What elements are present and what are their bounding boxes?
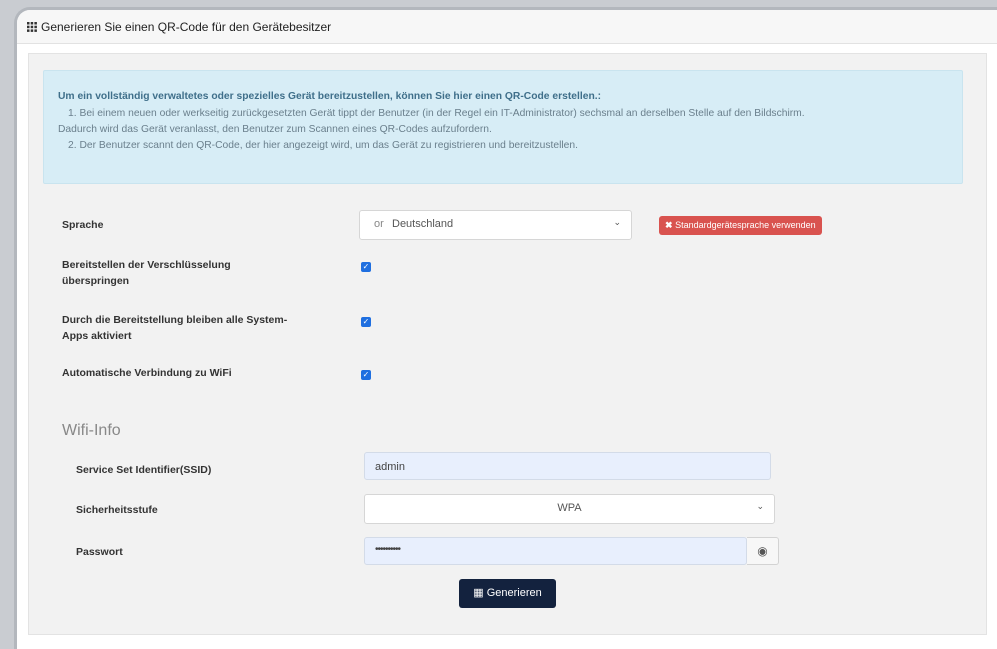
skip-encryption-label: Bereitstellen der Verschlüsselung übersp… [62, 257, 231, 289]
language-value: Deutschland [392, 218, 454, 230]
security-value: WPA [557, 502, 582, 514]
wifi-section-title: Wifi-Info [62, 422, 121, 439]
skip-encryption-checkbox[interactable]: ✓ [361, 262, 371, 272]
auto-wifi-label: Automatische Verbindung zu WiFi [62, 367, 232, 379]
show-password-button[interactable]: ◉ [747, 537, 779, 565]
panel-title: Generieren Sie einen QR-Code für den Ger… [41, 19, 332, 34]
content-area: Um ein vollständig verwaltetes oder spez… [28, 53, 987, 635]
language-prefix: or [374, 218, 384, 230]
default-language-label: Standardgerätesprache verwenden [675, 220, 816, 230]
grid-icon [27, 21, 37, 32]
info-line-3: 2. Der Benutzer scannt den QR-Code, der … [68, 140, 578, 151]
generate-label: Generieren [486, 587, 542, 599]
password-value: •••••••••• [375, 544, 401, 555]
info-line-1: 1. Bei einem neuen oder werkseitig zurüc… [68, 108, 805, 119]
password-label: Passwort [76, 546, 123, 558]
qr-icon: ▦ [473, 587, 484, 599]
system-apps-label: Durch die Bereitstellung bleiben alle Sy… [62, 312, 287, 344]
system-apps-checkbox[interactable]: ✓ [361, 317, 371, 327]
ssid-input[interactable]: admin [364, 452, 771, 480]
skip-encryption-label-line-1: Bereitstellen der Verschlüsselung [62, 259, 231, 271]
default-language-button[interactable]: ✖ Standardgerätesprache verwenden [659, 216, 822, 235]
password-input[interactable]: •••••••••• [364, 537, 747, 565]
security-select[interactable]: WPA ⌄ [364, 494, 775, 524]
ssid-label: Service Set Identifier(SSID) [76, 464, 212, 476]
info-title: Um ein vollständig verwaltetes oder spez… [58, 91, 602, 102]
language-select[interactable]: or Deutschland ⌄ [359, 210, 632, 240]
auto-wifi-checkbox[interactable]: ✓ [361, 370, 371, 380]
generate-button[interactable]: ▦ Generieren [459, 579, 556, 608]
ssid-value: admin [375, 461, 405, 473]
system-apps-label-line-1: Durch die Bereitstellung bleiben alle Sy… [62, 314, 288, 326]
info-line-2: Dadurch wird das Gerät veranlasst, den B… [58, 124, 492, 135]
main-window: Generieren Sie einen QR-Code für den Ger… [14, 7, 997, 649]
close-icon: ✖ [665, 220, 673, 230]
chevron-down-icon: ⌄ [756, 501, 764, 511]
chevron-down-icon: ⌄ [613, 217, 621, 227]
language-label: Sprache [62, 219, 104, 231]
eye-icon: ◉ [757, 544, 768, 558]
info-box: Um ein vollständig verwaltetes oder spez… [43, 70, 963, 184]
skip-encryption-label-line-2: überspringen [62, 275, 130, 287]
security-label: Sicherheitsstufe [76, 504, 158, 516]
system-apps-label-line-2: Apps aktiviert [62, 330, 132, 342]
panel-header: Generieren Sie einen QR-Code für den Ger… [17, 10, 997, 44]
